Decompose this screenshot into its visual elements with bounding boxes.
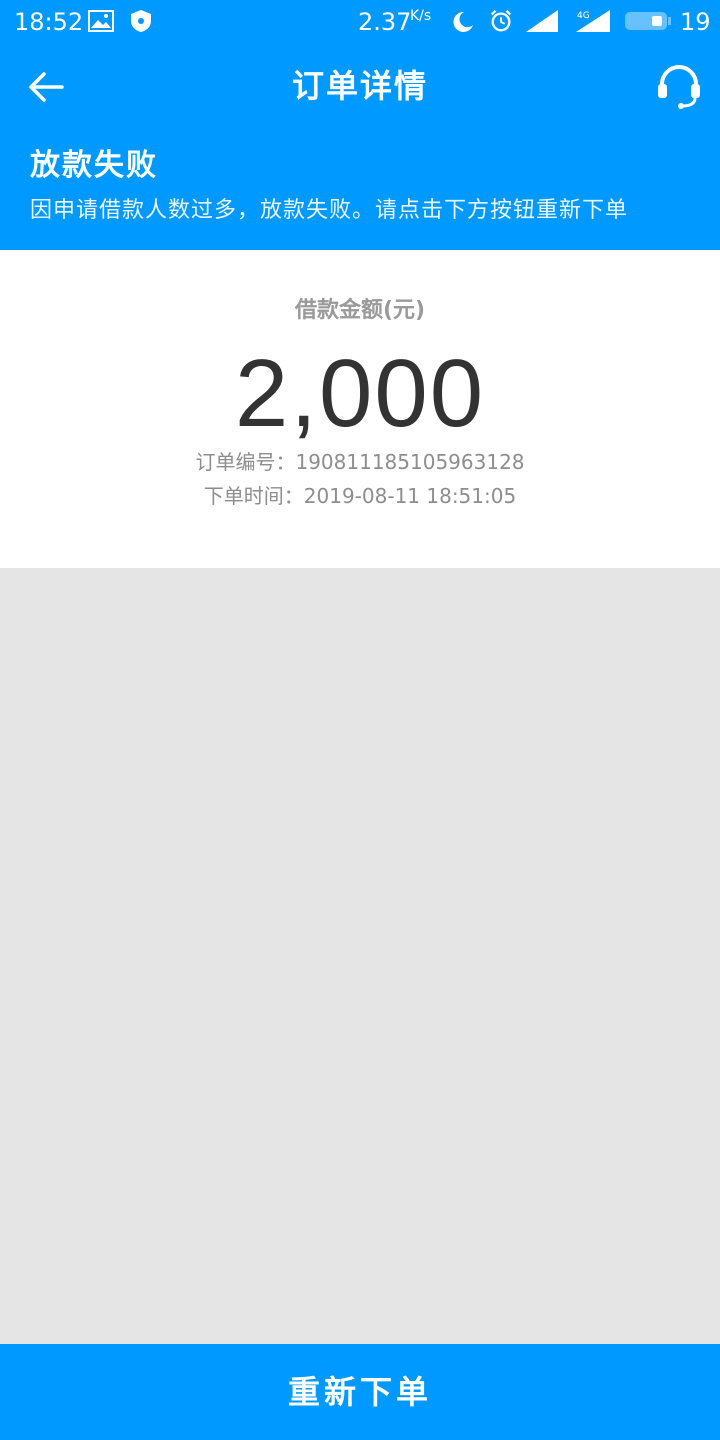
- loan-amount: 2,000: [234, 340, 486, 447]
- wifi-signal-icon: [526, 10, 558, 32]
- battery-icon: [625, 12, 671, 30]
- amount-label: 借款金额(元): [294, 298, 426, 323]
- status-time: 18:52: [14, 8, 84, 36]
- alarm-icon: [490, 10, 512, 32]
- order-number: 190811185105963128: [295, 450, 525, 474]
- order-time-label: 下单时间：: [203, 484, 304, 508]
- top-nav: 订单详情: [0, 44, 720, 130]
- page-title: 订单详情: [291, 67, 428, 105]
- moon-icon: [453, 11, 473, 32]
- order-number-label: 订单编号：: [195, 450, 296, 474]
- status-bar: 18:52 2.37 K/s 4G 19: [0, 0, 720, 44]
- shield-icon: [131, 10, 151, 32]
- network-type-label: 4G: [577, 11, 590, 21]
- net-speed-unit: K/s: [410, 8, 432, 24]
- order-time-row: 下单时间：2019-08-11 18:51:05: [0, 482, 720, 510]
- status-panel: 放款失败 因申请借款人数过多，放款失败。请点击下方按钮重新下单: [0, 130, 720, 250]
- battery-level: 19: [680, 8, 711, 36]
- order-card: 借款金额(元) 2,000 订单编号：190811185105963128 下单…: [0, 250, 720, 568]
- reorder-button[interactable]: 重新下单: [0, 1344, 720, 1440]
- cellular-signal-icon: 4G: [576, 10, 610, 32]
- order-number-row: 订单编号：190811185105963128: [0, 448, 720, 476]
- net-speed: 2.37: [358, 8, 412, 36]
- image-icon: [88, 10, 114, 32]
- order-time: 2019-08-11 18:51:05: [303, 484, 517, 508]
- status-message: 因申请借款人数过多，放款失败。请点击下方按钮重新下单: [30, 198, 629, 223]
- customer-service-icon[interactable]: [654, 62, 704, 112]
- status-title: 放款失败: [30, 148, 158, 183]
